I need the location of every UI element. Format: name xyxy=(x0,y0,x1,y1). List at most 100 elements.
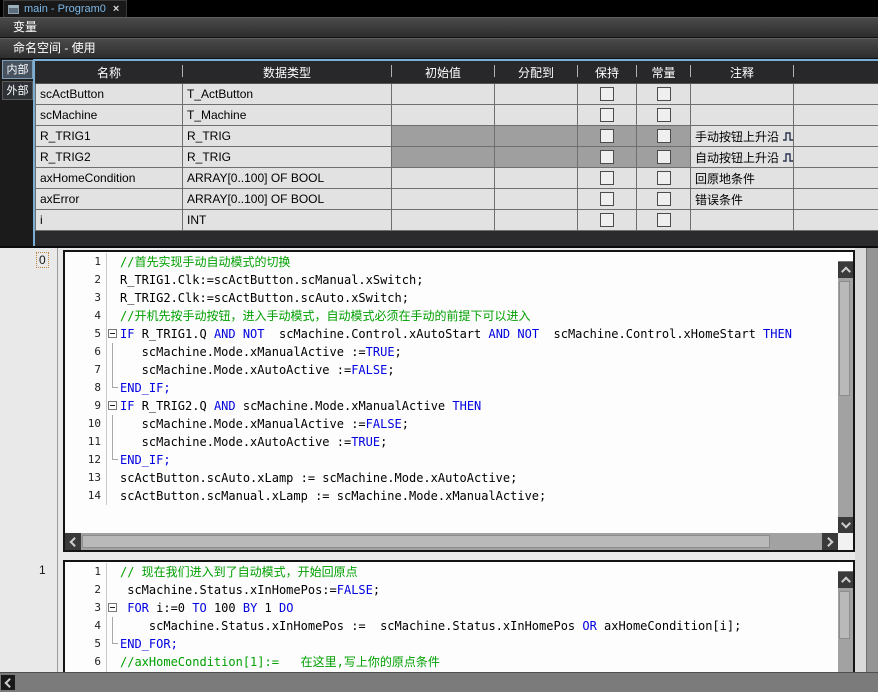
comment-cell[interactable]: 错误条件 xyxy=(691,189,794,210)
code-line[interactable]: 14scActButton.scManual.xLamp := scMachin… xyxy=(65,487,838,505)
retain-checkbox[interactable] xyxy=(600,129,614,143)
datatype-cell[interactable]: R_TRIG xyxy=(183,126,392,147)
datatype-cell[interactable]: ARRAY[0..100] OF BOOL xyxy=(183,189,392,210)
constant-checkbox[interactable] xyxy=(657,150,671,164)
scroll-up-button[interactable] xyxy=(838,262,853,278)
code-line[interactable]: 10 scMachine.Mode.xManualActive :=FALSE; xyxy=(65,415,838,433)
st-editor-section-0[interactable]: 1//首先实现手动自动模式的切换2R_TRIG1.Clk:=scActButto… xyxy=(63,250,855,552)
retain-checkbox[interactable] xyxy=(600,87,614,101)
code-line[interactable]: 2 scMachine.Status.xInHomePos:=FALSE; xyxy=(65,581,838,599)
header-assigned-to[interactable]: 分配到 xyxy=(495,61,578,84)
code-line[interactable]: 8END_IF; xyxy=(65,379,838,397)
horizontal-scrollbar[interactable] xyxy=(65,533,838,550)
name-cell[interactable]: scActButton xyxy=(36,84,183,105)
constant-checkbox[interactable] xyxy=(657,171,671,185)
code-line[interactable]: 6 scMachine.Mode.xManualActive :=TRUE; xyxy=(65,343,838,361)
datatype-cell[interactable]: T_Machine xyxy=(183,105,392,126)
assigned-to-cell[interactable] xyxy=(495,168,578,189)
namespace-section-bar[interactable]: 命名空间 - 使用 xyxy=(0,38,878,59)
comment-cell[interactable] xyxy=(691,84,794,105)
header-constant[interactable]: 常量 xyxy=(637,61,691,84)
code-lines-section-1[interactable]: 1// 现在我们进入到了自动模式，开始回原点2 scMachine.Status… xyxy=(65,562,838,676)
code-line[interactable]: 11 scMachine.Mode.xAutoActive :=TRUE; xyxy=(65,433,838,451)
datatype-cell[interactable]: R_TRIG xyxy=(183,147,392,168)
scroll-left-button[interactable] xyxy=(65,533,81,550)
retain-checkbox[interactable] xyxy=(600,192,614,206)
scroll-right-button[interactable] xyxy=(822,533,838,550)
initial-value-cell[interactable] xyxy=(392,105,495,126)
vertical-scroll-track[interactable] xyxy=(838,588,853,676)
header-initial-value[interactable]: 初始值 xyxy=(392,61,495,84)
constant-checkbox[interactable] xyxy=(657,213,671,227)
assigned-to-cell[interactable] xyxy=(495,210,578,231)
code-line[interactable]: 3 FOR i:=0 TO 100 BY 1 DO xyxy=(65,599,838,617)
code-line[interactable]: 5END_FOR; xyxy=(65,635,838,653)
scroll-down-button[interactable] xyxy=(838,517,853,533)
close-icon[interactable]: × xyxy=(113,3,119,15)
collapse-icon[interactable] xyxy=(108,329,117,338)
st-editor-section-1[interactable]: 1// 现在我们进入到了自动模式，开始回原点2 scMachine.Status… xyxy=(63,560,855,678)
comment-cell[interactable]: 手动按钮上升沿 xyxy=(691,126,794,147)
name-cell[interactable]: axError xyxy=(36,189,183,210)
section-1-label[interactable]: 1 xyxy=(37,563,48,577)
constant-checkbox[interactable] xyxy=(657,192,671,206)
code-line[interactable]: 7 scMachine.Mode.xAutoActive :=FALSE; xyxy=(65,361,838,379)
vertical-scrollbar[interactable] xyxy=(838,252,853,533)
name-cell[interactable]: scMachine xyxy=(36,105,183,126)
code-line[interactable]: 9IF R_TRIG2.Q AND scMachine.Mode.xManual… xyxy=(65,397,838,415)
horizontal-scroll-thumb[interactable] xyxy=(82,535,770,548)
view-horizontal-scrollbar[interactable] xyxy=(0,672,878,692)
code-line[interactable]: 13scActButton.scAuto.xLamp := scMachine.… xyxy=(65,469,838,487)
code-line[interactable]: 12END_IF; xyxy=(65,451,838,469)
tab-external-variables[interactable]: 外部 xyxy=(2,81,33,100)
name-cell[interactable]: axHomeCondition xyxy=(36,168,183,189)
datatype-cell[interactable]: T_ActButton xyxy=(183,84,392,105)
comment-cell[interactable] xyxy=(691,105,794,126)
collapse-icon[interactable] xyxy=(108,603,117,612)
datatype-cell[interactable]: ARRAY[0..100] OF BOOL xyxy=(183,168,392,189)
code-line[interactable]: 2R_TRIG1.Clk:=scActButton.scManual.xSwit… xyxy=(65,271,838,289)
code-line[interactable]: 6//axHomeCondition[1]:= 在这里,写上你的原点条件 xyxy=(65,653,838,671)
vertical-scroll-thumb[interactable] xyxy=(839,591,850,639)
vertical-scroll-thumb[interactable] xyxy=(839,281,850,396)
comment-cell[interactable]: 自动按钮上升沿 xyxy=(691,147,794,168)
retain-checkbox[interactable] xyxy=(600,171,614,185)
splitter-handle[interactable] xyxy=(838,252,853,262)
vertical-scrollbar[interactable] xyxy=(838,562,853,676)
code-line[interactable]: 1// 现在我们进入到了自动模式，开始回原点 xyxy=(65,563,838,581)
code-line[interactable]: 1//首先实现手动自动模式的切换 xyxy=(65,253,838,271)
section-0-label[interactable]: 0 xyxy=(37,253,48,267)
comment-cell[interactable]: 回原地条件 xyxy=(691,168,794,189)
code-line[interactable]: 4//开机先按手动按钮，进入手动模式，自动模式必须在手动的前提下可以进入 xyxy=(65,307,838,325)
view-scroll-left-button[interactable] xyxy=(1,675,15,690)
header-name[interactable]: 名称 xyxy=(36,61,183,84)
constant-checkbox[interactable] xyxy=(657,87,671,101)
initial-value-cell[interactable] xyxy=(392,168,495,189)
collapse-icon[interactable] xyxy=(108,401,117,410)
assigned-to-cell[interactable] xyxy=(495,189,578,210)
code-line[interactable]: 4 scMachine.Status.xInHomePos := scMachi… xyxy=(65,617,838,635)
tab-main-program0[interactable]: main - Program0 × xyxy=(3,0,127,17)
retain-checkbox[interactable] xyxy=(600,108,614,122)
header-comment[interactable]: 注释 xyxy=(691,61,794,84)
vertical-scroll-track[interactable] xyxy=(838,278,853,517)
name-cell[interactable]: i xyxy=(36,210,183,231)
retain-checkbox[interactable] xyxy=(600,150,614,164)
header-retain[interactable]: 保持 xyxy=(578,61,637,84)
scroll-up-button[interactable] xyxy=(838,572,853,588)
retain-checkbox[interactable] xyxy=(600,213,614,227)
constant-checkbox[interactable] xyxy=(657,129,671,143)
header-datatype[interactable]: 数据类型 xyxy=(183,61,392,84)
name-cell[interactable]: R_TRIG1 xyxy=(36,126,183,147)
splitter-handle[interactable] xyxy=(838,562,853,572)
code-lines-section-0[interactable]: 1//首先实现手动自动模式的切换2R_TRIG1.Clk:=scActButto… xyxy=(65,252,838,533)
assigned-to-cell[interactable] xyxy=(495,105,578,126)
initial-value-cell[interactable] xyxy=(392,189,495,210)
code-line[interactable]: 5IF R_TRIG1.Q AND NOT scMachine.Control.… xyxy=(65,325,838,343)
horizontal-scroll-track[interactable] xyxy=(81,533,822,550)
tab-internal-variables[interactable]: 内部 xyxy=(2,60,33,79)
comment-cell[interactable] xyxy=(691,210,794,231)
assigned-to-cell[interactable] xyxy=(495,84,578,105)
variables-section-bar[interactable]: 变量 xyxy=(0,17,878,38)
code-line[interactable]: 3R_TRIG2.Clk:=scActButton.scAuto.xSwitch… xyxy=(65,289,838,307)
